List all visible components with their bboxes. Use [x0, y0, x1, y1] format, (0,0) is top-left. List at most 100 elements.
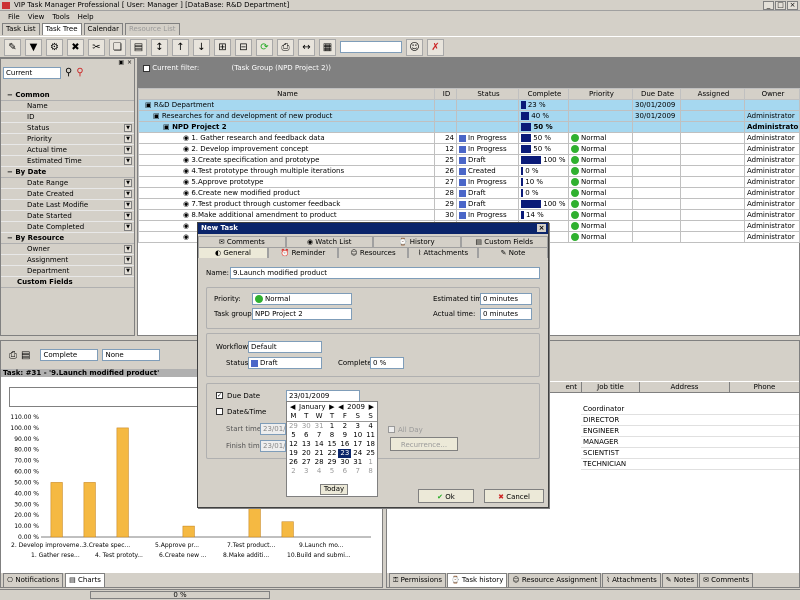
col-address[interactable]: Address — [639, 382, 729, 392]
col-status[interactable]: Status — [456, 88, 519, 100]
view-select[interactable]: Current — [3, 67, 61, 79]
menu-view[interactable]: View — [28, 11, 45, 23]
col-due-date[interactable]: Due Date — [632, 88, 681, 100]
col-complete[interactable]: Complete — [518, 88, 569, 100]
table-row[interactable]: ▣ R&D Department 23 % 30/01/2009 — [138, 99, 800, 111]
calendar-day[interactable]: 5 — [287, 431, 300, 440]
columns-icon[interactable]: ↔ — [298, 38, 315, 56]
calendar-day[interactable]: 10 — [351, 431, 364, 440]
tab-task-list[interactable]: Task List — [2, 23, 40, 35]
calendar-day[interactable]: 14 — [313, 440, 326, 449]
calendar-day[interactable]: 16 — [338, 440, 351, 449]
new-group-icon[interactable]: ▼ — [25, 38, 42, 56]
col-owner[interactable]: Owner — [744, 88, 800, 100]
calendar-day[interactable]: 21 — [313, 449, 326, 458]
preview-icon[interactable]: ▤ — [21, 350, 30, 361]
taskgroup-select[interactable]: NPD Project 2 — [252, 308, 352, 320]
table-row[interactable]: ◉ 2. Develop improvement concept 12 In Pro… — [138, 143, 800, 155]
filter-item[interactable]: Assignment ▼ — [1, 255, 134, 266]
table-row[interactable]: ▣ Researches for and development of new … — [138, 110, 800, 122]
name-field[interactable]: 9.Launch modified product — [230, 267, 540, 279]
calendar-day[interactable]: 23 — [338, 449, 352, 458]
col-phone[interactable]: Phone — [729, 382, 799, 392]
actual-time-select[interactable]: 0 minutes — [480, 308, 532, 320]
calendar-day[interactable]: 25 — [364, 449, 377, 458]
col-assigned[interactable]: Assigned — [680, 88, 745, 100]
calendar-day[interactable]: 7 — [351, 467, 364, 476]
tab-calendar[interactable]: Calendar — [83, 23, 123, 35]
filter-item[interactable]: Date Created ▼ — [1, 189, 134, 200]
tab-custom-fields[interactable]: ▤ Custom Fields — [460, 236, 548, 247]
calendar-day[interactable]: 28 — [313, 458, 326, 467]
table-row[interactable]: ◉ 8.Make additional amendment to product… — [138, 209, 800, 221]
filter-item[interactable]: Owner ▼ — [1, 244, 134, 255]
panel-close-icon[interactable]: × — [127, 59, 132, 66]
tab-attachments[interactable]: ⌇ Attachments — [408, 247, 478, 258]
calendar-day[interactable]: 1 — [326, 422, 339, 431]
dropdown-icon[interactable]: ▼ — [124, 124, 132, 132]
today-button[interactable]: Today — [320, 484, 348, 495]
calendar-year[interactable]: 2009 — [347, 403, 365, 411]
calendar-day[interactable]: 31 — [313, 422, 326, 431]
table-row[interactable]: TECHNICIAN — [581, 459, 799, 470]
calendar-day[interactable]: 8 — [326, 431, 339, 440]
edit-icon[interactable]: ⚙ — [46, 38, 63, 56]
complete-spin[interactable]: 0 % — [370, 357, 404, 369]
calendar-day[interactable]: 24 — [351, 449, 364, 458]
calendar-day[interactable]: 31 — [351, 458, 364, 467]
filter-item[interactable]: Actual time ▼ — [1, 145, 134, 156]
filter-item[interactable]: Date Last Modifie ▼ — [1, 200, 134, 211]
move-down-icon[interactable]: ↓ — [193, 38, 210, 56]
dropdown-icon[interactable]: ▼ — [124, 201, 132, 209]
calendar-day[interactable]: 2 — [338, 422, 351, 431]
group-by-date[interactable]: − By Date — [1, 167, 134, 178]
users-icon[interactable]: ☺ — [406, 38, 423, 56]
cancel-button[interactable]: ✖ Cancel — [484, 489, 544, 503]
grid-icon[interactable]: ▦ — [319, 38, 336, 56]
table-row[interactable]: ◉ 1. Gather research and feedback data 24… — [138, 132, 800, 144]
table-row[interactable]: DIRECTOR — [581, 415, 799, 426]
minimize-button[interactable]: _ — [763, 1, 774, 10]
calendar-day[interactable]: 8 — [364, 467, 377, 476]
col-priority[interactable]: Priority — [568, 88, 633, 100]
calendar-day[interactable]: 30 — [300, 422, 313, 431]
calendar-day[interactable]: 2 — [287, 467, 300, 476]
calendar-day[interactable]: 18 — [364, 440, 377, 449]
remove-user-icon[interactable]: ✗ — [427, 38, 444, 56]
table-row[interactable]: MANAGER — [581, 437, 799, 448]
filter-item[interactable]: Estimated Time ▼ — [1, 156, 134, 167]
group-custom-fields[interactable]: Custom Fields — [1, 277, 134, 288]
dropdown-icon[interactable]: ▼ — [124, 179, 132, 187]
move-updown-icon[interactable]: ↕ — [151, 38, 168, 56]
start-time-field[interactable]: 23/01/ — [260, 423, 286, 435]
expand-icon[interactable]: ⊞ — [214, 38, 231, 56]
calendar-day[interactable]: 22 — [326, 449, 339, 458]
copy-icon[interactable]: ❏ — [109, 38, 126, 56]
col-job-title[interactable]: Job title — [581, 382, 639, 392]
next-year-icon[interactable]: ▶ — [369, 403, 374, 411]
tab-notifications[interactable]: ⎔ Notifications — [3, 573, 64, 587]
filter-item[interactable]: ID — [1, 112, 134, 123]
filter-item[interactable]: Priority ▼ — [1, 134, 134, 145]
dialog-close-icon[interactable]: × — [537, 224, 546, 232]
next-month-icon[interactable]: ▶ — [329, 403, 334, 411]
calendar-day[interactable]: 4 — [364, 422, 377, 431]
collapse-icon[interactable]: ⊟ — [235, 38, 252, 56]
group-common[interactable]: − Common — [1, 90, 134, 101]
table-row[interactable]: Coordinator — [581, 404, 799, 415]
dropdown-icon[interactable]: ▼ — [124, 256, 132, 264]
prev-month-icon[interactable]: ◀ — [290, 403, 295, 411]
tab-resource-list[interactable]: Resource List — [124, 23, 180, 35]
calendar-day[interactable]: 13 — [300, 440, 313, 449]
ok-button[interactable]: ✔ Ok — [418, 489, 474, 503]
tab-resource-assignment[interactable]: ☺ Resource Assignment — [508, 573, 602, 587]
estimated-time-select[interactable]: 0 minutes — [480, 293, 532, 305]
tab-charts[interactable]: ▤ Charts — [65, 573, 105, 587]
menu-file[interactable]: File — [8, 11, 20, 23]
refresh-icon[interactable]: ⟳ — [256, 38, 273, 56]
calendar-month[interactable]: January — [299, 403, 326, 411]
dropdown-icon[interactable]: ▼ — [124, 223, 132, 231]
tab-note[interactable]: ✎ Note — [478, 247, 548, 258]
tab-watch-list[interactable]: ◉ Watch List — [285, 236, 373, 247]
priority-select[interactable]: Normal — [252, 293, 352, 305]
